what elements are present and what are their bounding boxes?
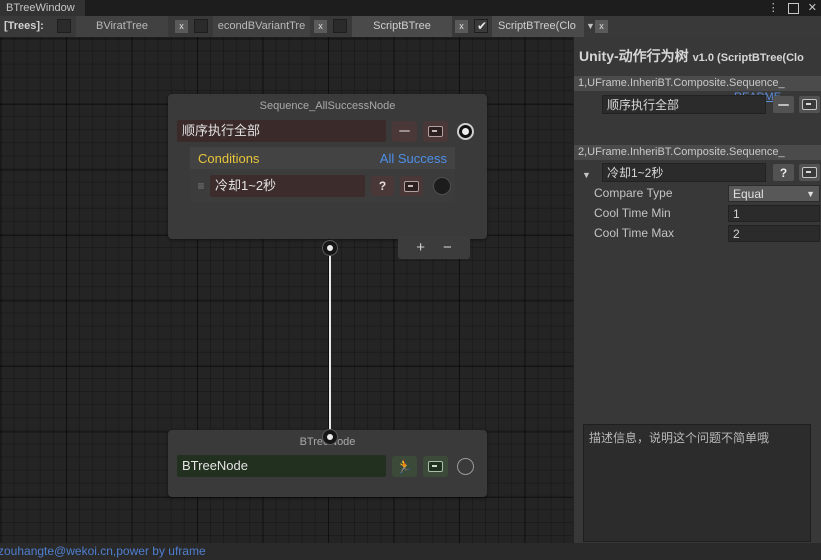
conditions-panel: Conditions All Success ≡ 冷却1~2秒 ? [190, 147, 455, 203]
tab-scriptbtree[interactable]: ScriptBTree [352, 16, 452, 37]
window-controls: ⋮ ✕ [768, 0, 817, 16]
inspector-title: Unity-动作行为树 v1.0 (ScriptBTree(Clo [579, 46, 804, 66]
sequence-output-port[interactable] [322, 240, 338, 256]
property-label-compare-type: Compare Type [594, 186, 673, 200]
window-menu-icon[interactable]: ⋮ [768, 2, 779, 14]
node-input-port[interactable] [457, 122, 474, 140]
screen-icon [428, 460, 443, 472]
question-icon: ? [779, 165, 788, 180]
inspector-section-2-screen-button[interactable] [799, 164, 820, 181]
node-collapse-button[interactable] [392, 120, 417, 142]
tab-secondbvarianttree[interactable]: econdBVariantTre [213, 16, 310, 37]
btreenode-name-row: BTreeNode 🏃 [177, 455, 479, 477]
conditions-header: Conditions All Success [190, 147, 455, 169]
tab-checkbox-scriptbtree[interactable]: ✔ [474, 19, 488, 33]
inspector-section-2-header: 2,UFrame.InheriBT.Composite.Sequence_ [574, 145, 821, 160]
inspector-section-1-screen-button[interactable] [799, 96, 820, 113]
conditions-label: Conditions [198, 150, 260, 166]
port-dot [462, 127, 469, 135]
status-bar-text: zouhangte@wekoi.cn,power by uframe [0, 544, 206, 558]
tab-close-bvirattree[interactable]: x [175, 20, 188, 33]
close-icon[interactable]: ✕ [808, 2, 817, 14]
node-name-row: 顺序执行全部 [177, 120, 479, 142]
condition-screen-button[interactable] [400, 176, 423, 196]
trees-label: [Trees]: [4, 20, 44, 32]
chevron-down-icon: ▼ [806, 189, 815, 199]
inspector-section-1-header: 1,UFrame.InheriBT.Composite.Sequence_ [574, 76, 821, 91]
condition-help-button[interactable]: ? [371, 176, 394, 196]
status-bar: zouhangte@wekoi.cn,power by uframe [0, 543, 821, 560]
condition-output-port[interactable] [433, 177, 451, 195]
inspector-section-1-name-input[interactable]: 顺序执行全部 [602, 95, 766, 114]
condition-addremove-group: + − [398, 236, 470, 259]
tab-scriptbtree-clone[interactable]: ScriptBTree(Clo [492, 16, 584, 37]
btreenode-name-input[interactable]: BTreeNode [177, 455, 386, 477]
node-connection-line [329, 247, 331, 445]
screen-icon [802, 99, 817, 110]
inspector-section-1-collapse-button[interactable] [773, 96, 794, 113]
btree-window: BTreeWindow ⋮ ✕ [Trees]: BViratTree x ec… [0, 0, 821, 560]
graph-canvas[interactable]: Sequence_AllSuccessNode 顺序执行全部 Condition… [0, 37, 573, 543]
property-label-cool-time-min: Cool Time Min [594, 206, 671, 220]
node-sequence-allsuccess[interactable]: Sequence_AllSuccessNode 顺序执行全部 Condition… [168, 94, 487, 259]
tab-close-scriptbtree[interactable]: x [455, 20, 468, 33]
tab-close-secondbvarianttree[interactable]: x [314, 20, 327, 33]
inspector-section-2-name-input[interactable]: 冷却1~2秒 [602, 163, 766, 182]
screen-icon [428, 125, 443, 137]
condition-row: ≡ 冷却1~2秒 ? [194, 175, 455, 197]
property-dropdown-text: Equal [733, 187, 764, 201]
tab-checkbox-secondbvarianttree[interactable] [333, 19, 347, 33]
btreenode-run-button[interactable]: 🏃 [392, 455, 417, 477]
maximize-icon[interactable] [787, 2, 799, 14]
run-icon: 🏃 [396, 458, 413, 474]
question-icon: ? [378, 179, 387, 193]
dash-icon [399, 130, 410, 132]
remove-condition-button[interactable]: − [443, 240, 452, 255]
inspector-title-text: Unity-动作行为树 [579, 48, 689, 64]
property-value-cool-time-max[interactable]: 2 [728, 225, 820, 242]
screen-icon [802, 167, 817, 178]
inspector-section-2-foldout-icon[interactable]: ▼ [582, 171, 591, 180]
add-condition-button[interactable]: + [416, 240, 425, 255]
chevron-down-icon[interactable]: ▼ [586, 21, 595, 32]
conditions-status: All Success [379, 150, 447, 166]
screen-icon [404, 180, 419, 192]
btreenode-input-port[interactable] [322, 429, 338, 445]
inspector-version: v1.0 (ScriptBTree(Clo [692, 52, 804, 64]
window-tab-btreewindow[interactable]: BTreeWindow [0, 0, 85, 16]
trees-checkbox[interactable] [57, 19, 71, 33]
btreenode-screen-button[interactable] [423, 455, 448, 477]
node-name-input[interactable]: 顺序执行全部 [177, 120, 386, 142]
node-screen-button[interactable] [423, 120, 448, 142]
description-textarea[interactable]: 描述信息，说明这个问题不简单哦 [583, 424, 811, 542]
property-label-cool-time-max: Cool Time Max [594, 226, 675, 240]
btreenode-output-port[interactable] [457, 457, 474, 475]
condition-name-input[interactable]: 冷却1~2秒 [210, 175, 365, 197]
inspector-section-2-help-button[interactable]: ? [773, 164, 794, 181]
dash-icon [778, 103, 789, 106]
node-title: Sequence_AllSuccessNode [259, 100, 396, 112]
tab-close-scriptbtree-clone[interactable]: x [595, 20, 608, 33]
tab-bvirattree[interactable]: BViratTree [76, 16, 168, 37]
drag-handle-icon[interactable]: ≡ [194, 180, 208, 192]
window-titlebar: BTreeWindow ⋮ ✕ [0, 0, 821, 16]
property-value-cool-time-min[interactable]: 1 [728, 205, 820, 222]
tab-checkbox-bvirattree[interactable] [194, 19, 208, 33]
tree-tabstrip: [Trees]: BViratTree x econdBVariantTre x… [0, 16, 821, 38]
check-icon: ✔ [477, 19, 488, 33]
property-value-compare-type[interactable]: Equal ▼ [728, 185, 820, 202]
port-dot [327, 434, 333, 440]
port-dot [327, 245, 333, 251]
